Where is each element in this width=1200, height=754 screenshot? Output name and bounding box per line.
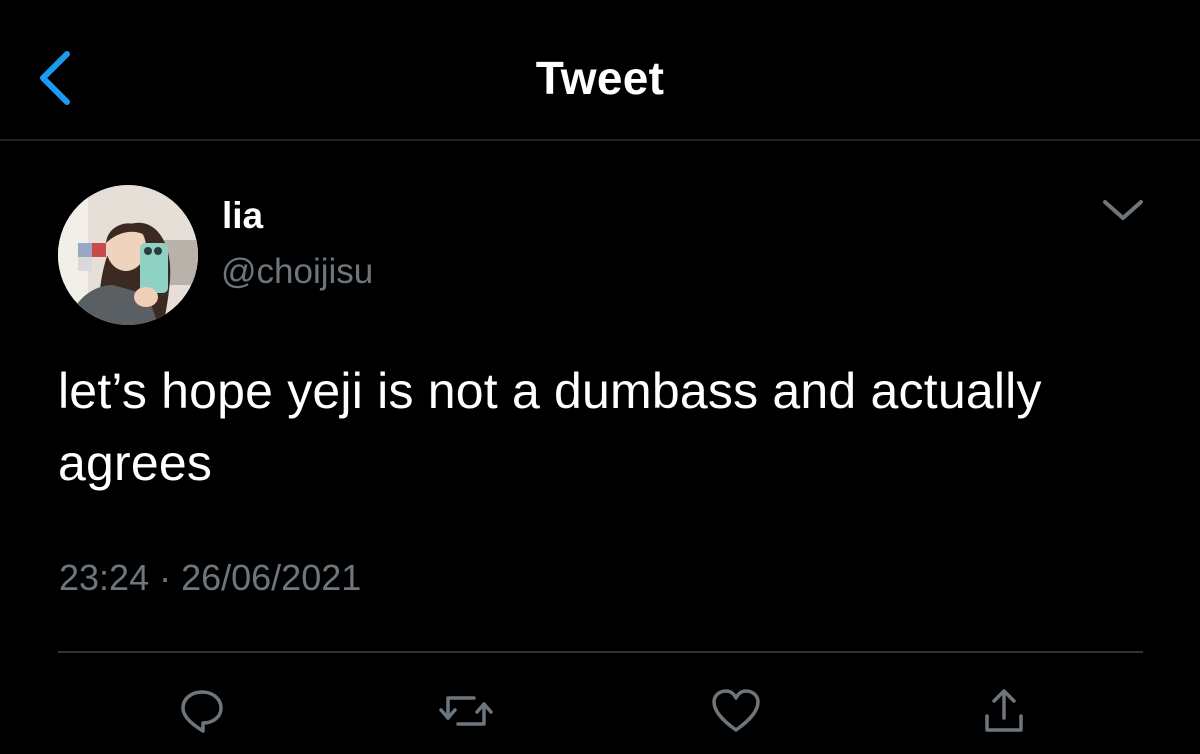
author-handle[interactable]: @choijisu [221,250,373,294]
tweet-date: 26/06/2021 [181,557,362,598]
reply-button[interactable] [174,683,230,739]
tweet-detail-screen: Tweet lia @choijisu let’s hope yeji is n… [0,0,1200,754]
author-display-name[interactable]: lia [222,194,263,238]
avatar-photo [58,185,198,325]
retweet-icon [439,696,493,726]
more-options-button[interactable] [1093,190,1153,230]
chevron-down-icon [1103,200,1143,220]
navigation-bar: Tweet [0,0,1200,141]
timestamp-separator: · [159,557,172,598]
tweet-timestamp: 23:24 · 26/06/2021 [59,556,361,600]
like-button[interactable] [708,683,764,739]
share-upload-icon [985,689,1023,732]
comment-bubble-icon [181,690,223,733]
tweet-text: let’s hope yeji is not a dumbass and act… [58,363,1042,491]
retweet-button[interactable] [438,683,494,739]
divider [58,651,1143,653]
tweet-time: 23:24 [59,557,150,598]
avatar[interactable] [58,185,198,325]
page-title: Tweet [535,52,665,104]
heart-icon [712,689,760,732]
share-button[interactable] [976,683,1032,739]
